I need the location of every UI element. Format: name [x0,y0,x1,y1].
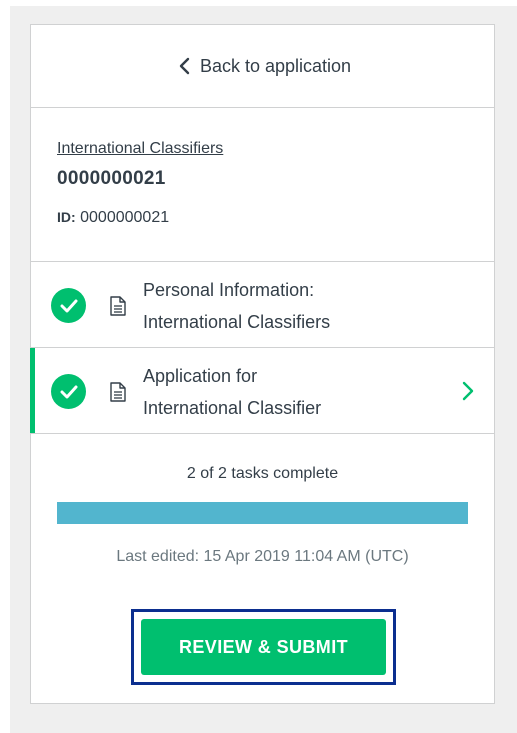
page-background: Back to application International Classi… [10,6,517,733]
submit-focus-outline: REVIEW & SUBMIT [131,609,396,685]
task-label-line1: Personal Information: [143,280,315,300]
check-circle-icon [51,288,86,323]
application-info: International Classifiers 0000000021 ID:… [31,108,494,262]
chevron-right-icon[interactable] [458,378,478,404]
task-label-line2: International Classifiers [143,312,331,332]
task-personal-information[interactable]: Personal Information: International Clas… [31,262,494,348]
chevron-left-icon [174,56,194,76]
document-icon [109,296,127,316]
back-to-application-link[interactable]: Back to application [31,25,494,108]
task-label: Personal Information: International Clas… [143,274,443,338]
id-label: ID: [57,209,76,225]
check-circle-icon [51,374,86,409]
review-submit-button[interactable]: REVIEW & SUBMIT [141,619,386,675]
progress-bar [57,502,468,524]
document-icon [109,382,127,402]
application-number: 0000000021 [57,168,166,189]
task-label-line1: Application for [143,366,258,386]
tasks-complete-text: 2 of 2 tasks complete [186,465,339,482]
back-label: Back to application [199,55,352,76]
application-sidebar-card: Back to application International Classi… [30,24,495,704]
task-label: Application for International Classifier [143,360,443,424]
task-application-for-international-classifier[interactable]: Application for International Classifier [30,348,494,434]
application-id: ID: 0000000021 [57,206,494,229]
id-value: 0000000021 [80,209,170,226]
progress-bar-fill [57,502,468,524]
progress-summary: 2 of 2 tasks complete Last edited: 15 Ap… [31,434,494,568]
organization-link[interactable]: International Classifiers [57,138,223,160]
last-edited-text: Last edited: 15 Apr 2019 11:04 AM (UTC) [116,548,409,565]
task-label-line2: International Classifier [143,398,322,418]
